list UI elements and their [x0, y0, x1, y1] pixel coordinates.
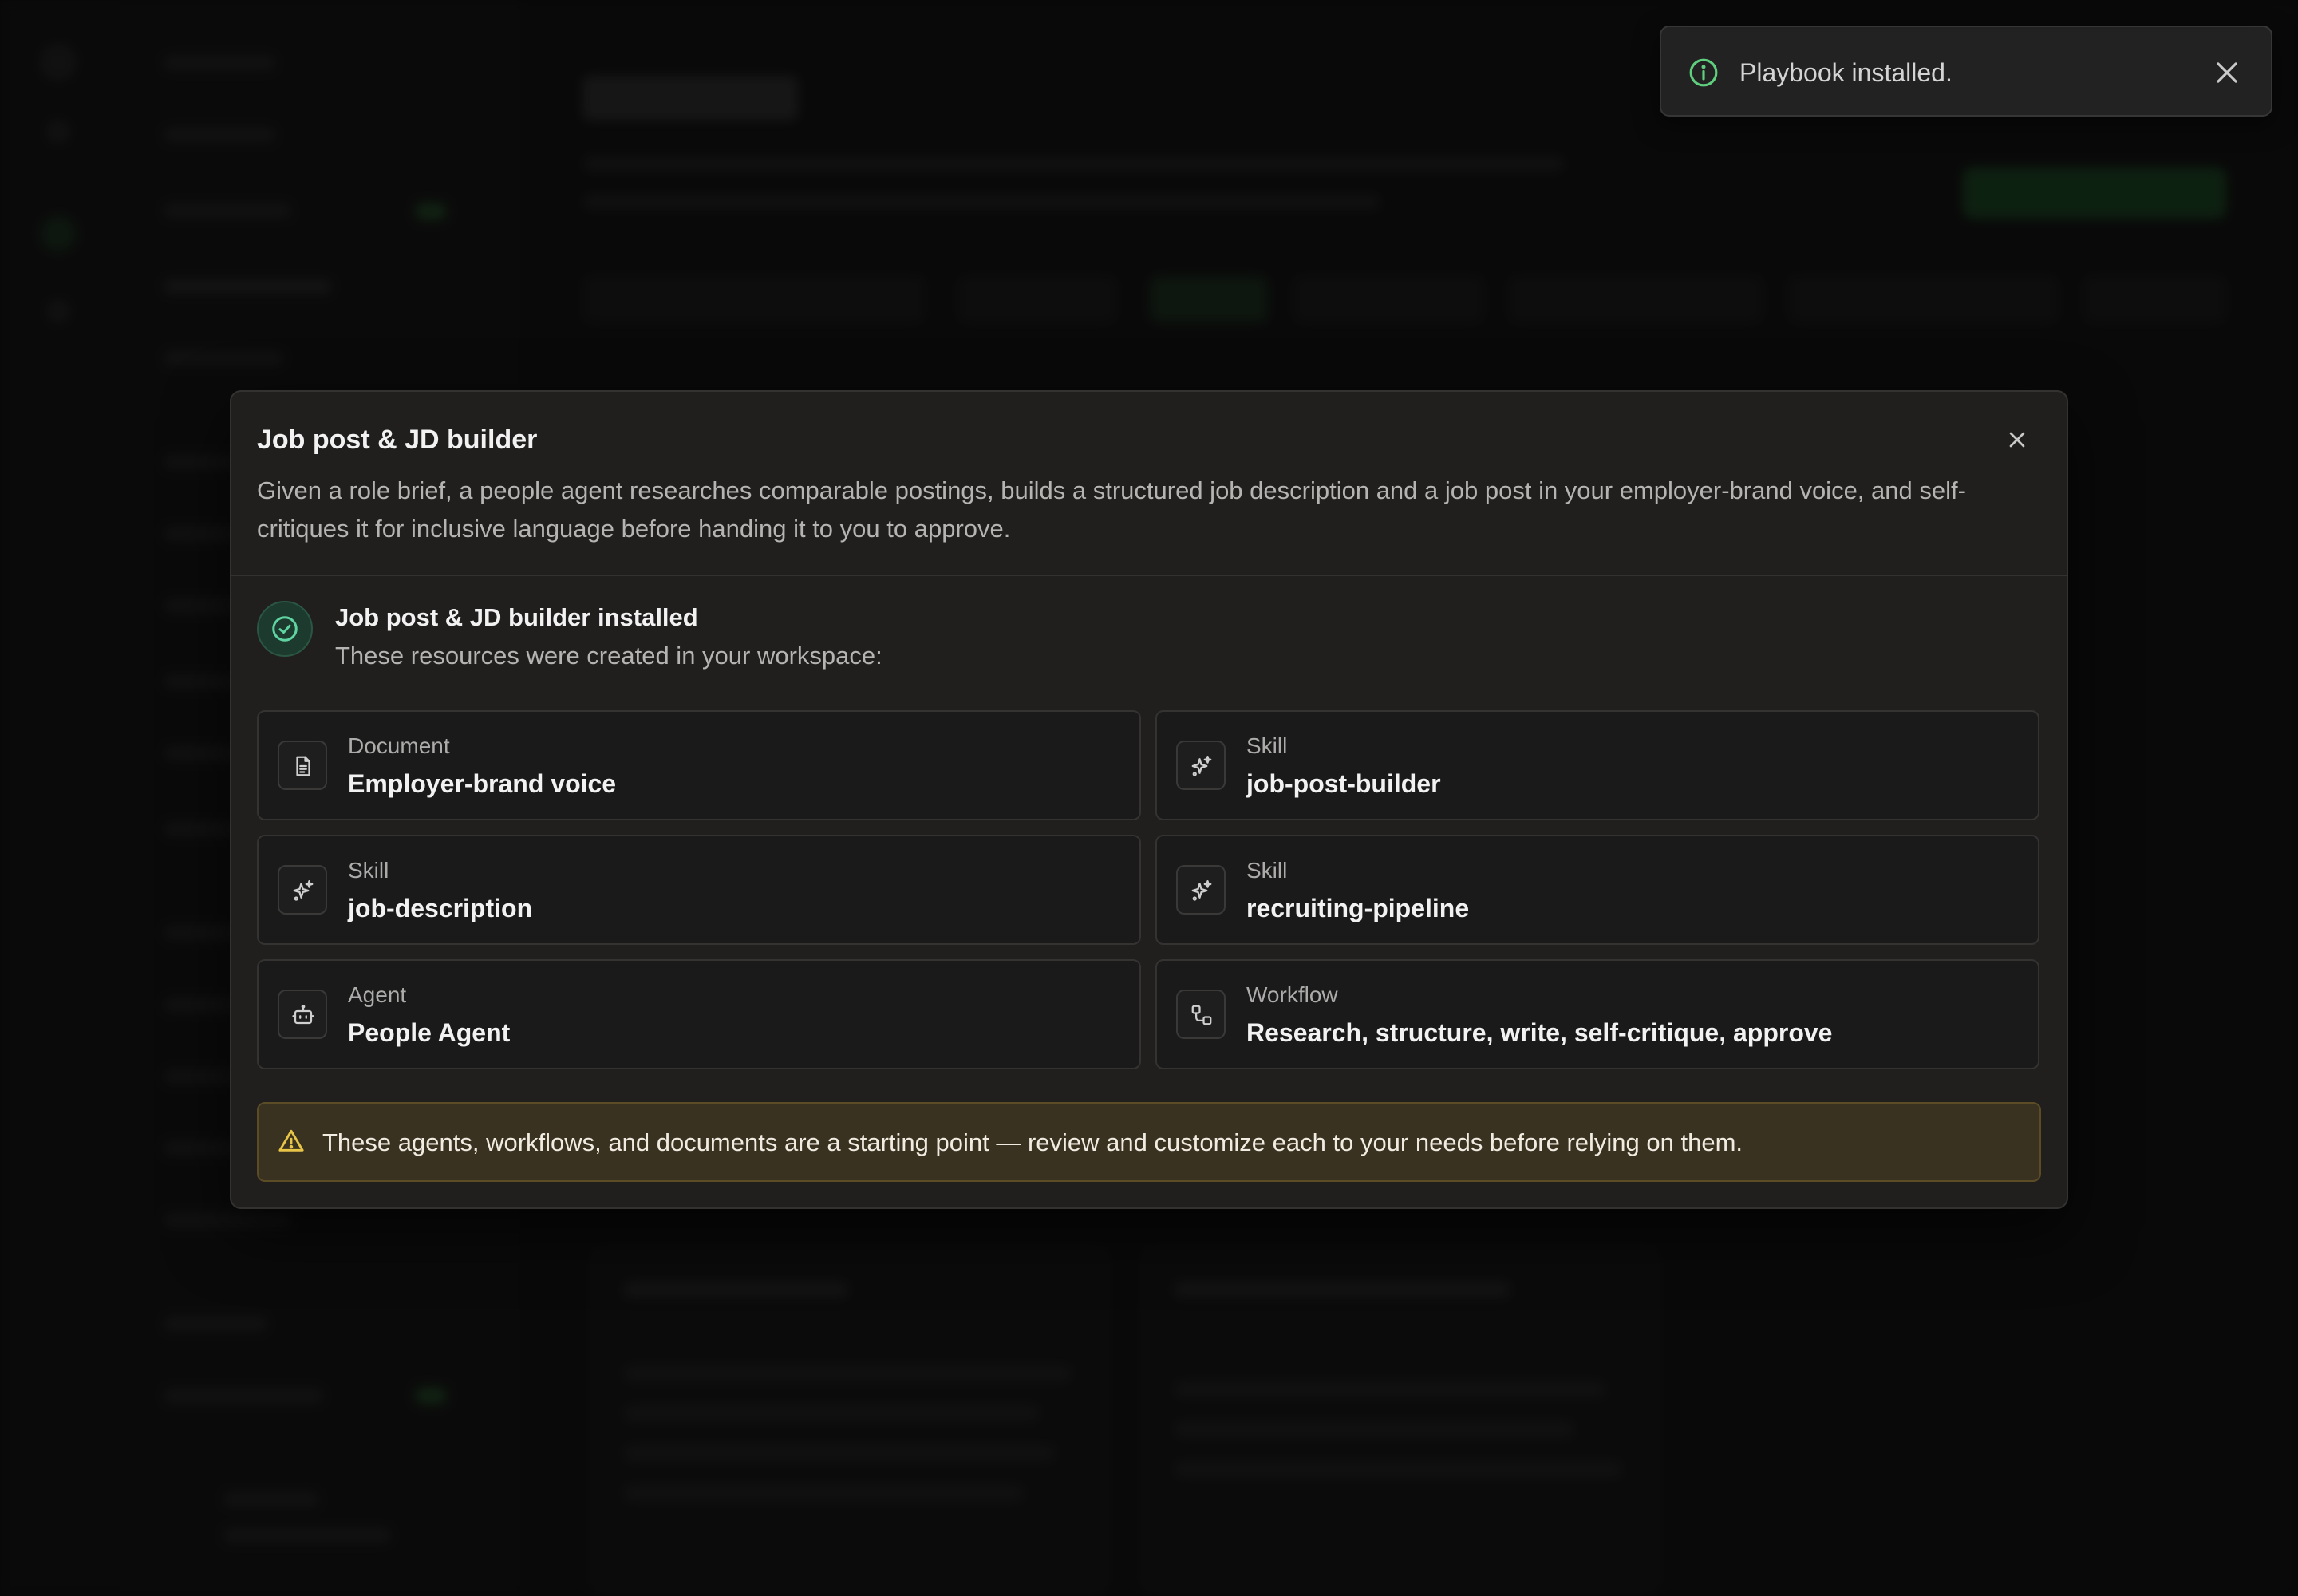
- resource-name: Employer-brand voice: [348, 769, 617, 798]
- dialog-divider: [231, 575, 2067, 576]
- resource-name: People Agent: [348, 1018, 511, 1047]
- resource-type: Skill: [1246, 858, 1288, 883]
- playbook-install-dialog: Job post & JD builder Given a role brief…: [230, 390, 2068, 1209]
- toast-close-button[interactable]: [2212, 57, 2242, 88]
- resource-name: job-description: [348, 894, 533, 922]
- sparkle-icon: [278, 865, 327, 915]
- resource-card-document[interactable]: Document Employer-brand voice: [257, 710, 1141, 820]
- sparkle-icon: [1176, 865, 1226, 915]
- warning-banner: These agents, workflows, and documents a…: [257, 1102, 2041, 1182]
- resource-card-agent[interactable]: Agent People Agent: [257, 959, 1141, 1069]
- resource-name: recruiting-pipeline: [1246, 894, 1470, 922]
- dialog-close-button[interactable]: [2004, 427, 2030, 452]
- resource-name: job-post-builder: [1246, 769, 1441, 798]
- document-icon: [278, 741, 327, 790]
- info-icon: [1688, 57, 1719, 88]
- installed-subtitle: These resources were created in your wor…: [335, 642, 882, 670]
- installed-title: Job post & JD builder installed: [335, 603, 698, 631]
- resource-type: Skill: [348, 858, 389, 883]
- dialog-title: Job post & JD builder: [257, 425, 538, 455]
- resource-card-skill-job-description[interactable]: Skill job-description: [257, 835, 1141, 945]
- warning-icon: [278, 1129, 304, 1152]
- resource-type: Workflow: [1246, 982, 1338, 1007]
- resource-name: Research, structure, write, self-critiqu…: [1246, 1018, 1833, 1047]
- workflow-icon: [1176, 990, 1226, 1039]
- sparkle-icon: [1176, 741, 1226, 790]
- toast-message: Playbook installed.: [1739, 58, 1953, 87]
- toast-notification: Playbook installed.: [1660, 26, 2272, 117]
- success-badge: [257, 601, 313, 657]
- dialog-description: Given a role brief, a people agent resea…: [257, 476, 1966, 543]
- resource-type: Document: [348, 733, 450, 758]
- check-circle-icon: [272, 616, 298, 642]
- resource-type: Agent: [348, 982, 407, 1007]
- resource-card-workflow[interactable]: Workflow Research, structure, write, sel…: [1155, 959, 2039, 1069]
- resource-card-skill-recruiting-pipeline[interactable]: Skill recruiting-pipeline: [1155, 835, 2039, 945]
- robot-icon: [278, 990, 327, 1039]
- resource-card-skill-job-post-builder[interactable]: Skill job-post-builder: [1155, 710, 2039, 820]
- resource-type: Skill: [1246, 733, 1288, 758]
- warning-text: These agents, workflows, and documents a…: [322, 1128, 1743, 1156]
